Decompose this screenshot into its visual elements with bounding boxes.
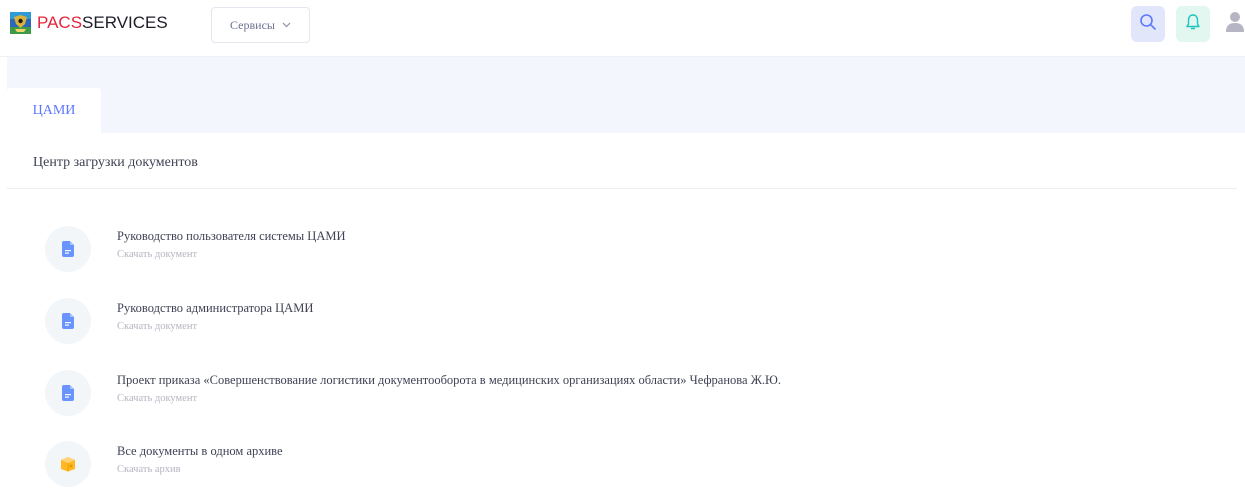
download-link[interactable]: Скачать документ	[117, 393, 197, 404]
divider	[7, 188, 1237, 189]
document-title[interactable]: Руководство пользователя системы ЦАМИ	[117, 229, 346, 244]
chevron-down-icon	[282, 20, 291, 30]
archive-box-icon[interactable]	[45, 441, 91, 487]
document-title[interactable]: Руководство администратора ЦАМИ	[117, 301, 313, 316]
list-item: Проект приказа «Совершенствование логист…	[45, 370, 1145, 420]
download-link[interactable]: Скачать документ	[117, 321, 197, 332]
logo-text: PACSSERVICES	[37, 13, 168, 32]
list-item: Руководство администратора ЦАМИ Скачать …	[45, 298, 1145, 348]
user-icon	[1224, 10, 1245, 39]
services-label: Сервисы	[230, 17, 275, 32]
logo[interactable]: PACSSERVICES	[10, 12, 168, 34]
bell-icon	[1185, 13, 1201, 36]
search-button[interactable]	[1131, 6, 1165, 42]
list-item: Руководство пользователя системы ЦАМИ Ск…	[45, 226, 1145, 276]
user-menu-button[interactable]	[1220, 6, 1245, 42]
subheader-band	[7, 57, 1245, 133]
document-title[interactable]: Все документы в одном архиве	[117, 444, 283, 459]
notifications-button[interactable]	[1176, 6, 1210, 42]
download-link[interactable]: Скачать архив	[117, 464, 181, 475]
coat-of-arms-icon	[10, 12, 31, 34]
document-icon[interactable]	[45, 226, 91, 272]
services-dropdown[interactable]: Сервисы	[211, 7, 310, 43]
download-link[interactable]: Скачать документ	[117, 249, 197, 260]
top-header: PACSSERVICES Сервисы	[0, 0, 1245, 57]
tab-cami[interactable]: ЦАМИ	[7, 88, 101, 133]
document-title[interactable]: Проект приказа «Совершенствование логист…	[117, 373, 781, 388]
search-icon	[1139, 13, 1157, 36]
list-item: Все документы в одном архиве Скачать арх…	[45, 441, 1145, 491]
tab-label: ЦАМИ	[32, 102, 76, 118]
document-icon[interactable]	[45, 370, 91, 416]
document-icon[interactable]	[45, 298, 91, 344]
documents-card: Центр загрузки документов Руководство по…	[7, 133, 1245, 500]
card-title: Центр загрузки документов	[33, 155, 198, 170]
